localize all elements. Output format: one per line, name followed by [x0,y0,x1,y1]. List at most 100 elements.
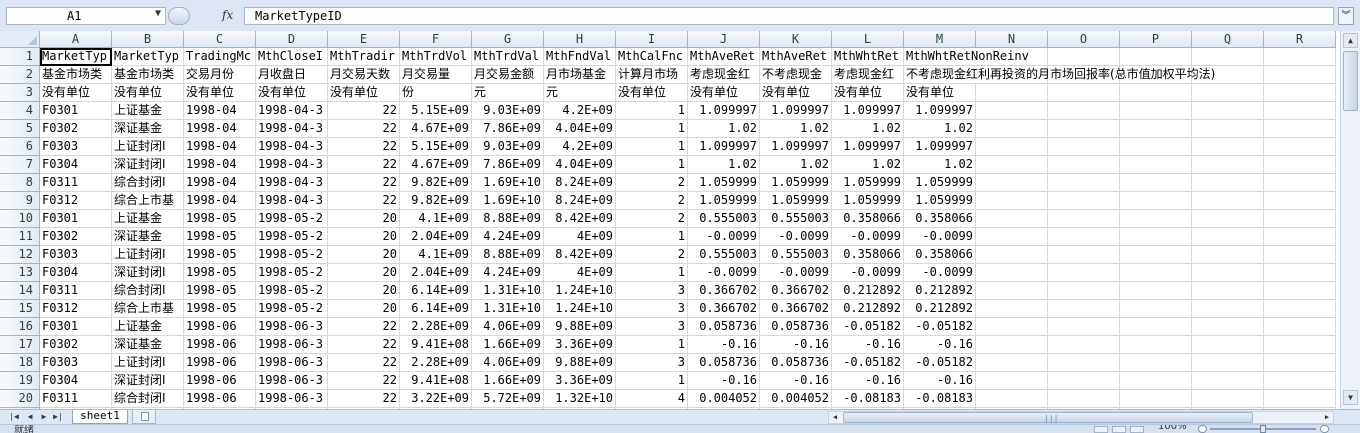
cell-m7[interactable]: 1.02 [904,156,976,174]
cell-e9[interactable]: 22 [328,192,400,210]
cell-b8[interactable]: 综合封闭I [112,174,184,192]
cell-k17[interactable]: -0.16 [760,336,832,354]
empty-cell[interactable] [976,138,1048,156]
empty-cell[interactable] [1120,354,1192,372]
cell-m15[interactable]: 0.212892 [904,300,976,318]
cell-h14[interactable]: 1.24E+10 [544,282,616,300]
empty-cell[interactable] [1264,138,1336,156]
cell-i9[interactable]: 2 [616,192,688,210]
cell-c9[interactable]: 1998-04 [184,192,256,210]
cell-d15[interactable]: 1998-05-2 [256,300,328,318]
empty-cell[interactable] [1192,282,1264,300]
cell-b14[interactable]: 综合封闭I [112,282,184,300]
cell-i18[interactable]: 3 [616,354,688,372]
empty-cell[interactable] [1192,372,1264,390]
column-header-m[interactable]: M [904,31,976,48]
scroll-left-arrow-icon[interactable]: ◀ [829,412,841,423]
cell-b17[interactable]: 深证基金 [112,336,184,354]
cell-h4[interactable]: 4.2E+09 [544,102,616,120]
empty-cell[interactable] [1048,156,1120,174]
empty-cell[interactable] [1264,48,1336,66]
empty-cell[interactable] [1264,102,1336,120]
cell-b15[interactable]: 综合上市基 [112,300,184,318]
cell-i17[interactable]: 1 [616,336,688,354]
empty-cell[interactable] [976,336,1048,354]
empty-cell[interactable] [1264,66,1336,84]
cell-e13[interactable]: 20 [328,264,400,282]
cell-b20[interactable]: 综合封闭I [112,390,184,408]
cell-a3[interactable]: 没有单位 [40,84,112,102]
empty-cell[interactable] [1120,318,1192,336]
empty-cell[interactable] [1120,246,1192,264]
column-header-g[interactable]: G [472,31,544,48]
row-header[interactable]: 2 [0,66,40,84]
cell-l3[interactable]: 没有单位 [832,84,904,102]
cell-g1[interactable]: MthTrdVal [472,48,544,66]
empty-cell[interactable] [1192,48,1264,66]
empty-cell[interactable] [1192,318,1264,336]
cell-b3[interactable]: 没有单位 [112,84,184,102]
cell-c20[interactable]: 1998-06 [184,390,256,408]
cell-j17[interactable]: -0.16 [688,336,760,354]
cell-h11[interactable]: 4E+09 [544,228,616,246]
formula-bar-toggle-button[interactable] [168,7,190,25]
cell-l14[interactable]: 0.212892 [832,282,904,300]
cell-l10[interactable]: 0.358066 [832,210,904,228]
cell-e8[interactable]: 22 [328,174,400,192]
cell-c1[interactable]: TradingMc [184,48,256,66]
cell-g5[interactable]: 7.86E+09 [472,120,544,138]
empty-cell[interactable] [1264,156,1336,174]
cell-l16[interactable]: -0.05182 [832,318,904,336]
empty-cell[interactable] [976,282,1048,300]
cell-m3[interactable]: 没有单位 [904,84,976,102]
cell-j3[interactable]: 没有单位 [688,84,760,102]
empty-cell[interactable] [1264,354,1336,372]
cell-e11[interactable]: 20 [328,228,400,246]
row-header[interactable]: 14 [0,282,40,300]
cell-i13[interactable]: 1 [616,264,688,282]
select-all-button[interactable] [0,31,40,48]
cell-j5[interactable]: 1.02 [688,120,760,138]
cell-g13[interactable]: 4.24E+09 [472,264,544,282]
cell-e14[interactable]: 20 [328,282,400,300]
cell-h9[interactable]: 8.24E+09 [544,192,616,210]
cell-b16[interactable]: 上证基金 [112,318,184,336]
cell-k19[interactable]: -0.16 [760,372,832,390]
cell-c16[interactable]: 1998-06 [184,318,256,336]
cell-f10[interactable]: 4.1E+09 [400,210,472,228]
row-header[interactable]: 3 [0,84,40,102]
cell-e18[interactable]: 22 [328,354,400,372]
cell-i7[interactable]: 1 [616,156,688,174]
cell-f2[interactable]: 月交易量 [400,66,472,84]
empty-cell[interactable] [1192,210,1264,228]
cell-f17[interactable]: 9.41E+08 [400,336,472,354]
cell-m14[interactable]: 0.212892 [904,282,976,300]
empty-cell[interactable] [1120,390,1192,408]
cell-g15[interactable]: 1.31E+10 [472,300,544,318]
cell-g8[interactable]: 1.69E+10 [472,174,544,192]
cell-g3[interactable]: 元 [472,84,544,102]
cell-b9[interactable]: 综合上市基 [112,192,184,210]
zoom-level[interactable]: 100% [1158,425,1187,432]
empty-cell[interactable] [976,318,1048,336]
cell-a20[interactable]: F0311 [40,390,112,408]
column-header-a[interactable]: A [40,31,112,48]
cell-l18[interactable]: -0.05182 [832,354,904,372]
cell-j8[interactable]: 1.059999 [688,174,760,192]
cell-f16[interactable]: 2.28E+09 [400,318,472,336]
insert-sheet-button[interactable] [132,410,156,424]
cell-j6[interactable]: 1.099997 [688,138,760,156]
empty-cell[interactable] [1120,192,1192,210]
cell-c2[interactable]: 交易月份 [184,66,256,84]
row-header[interactable]: 7 [0,156,40,174]
empty-cell[interactable] [1192,102,1264,120]
cell-m16[interactable]: -0.05182 [904,318,976,336]
cell-l7[interactable]: 1.02 [832,156,904,174]
row-header[interactable]: 18 [0,354,40,372]
cell-h2[interactable]: 月市场基金 [544,66,616,84]
cell-a16[interactable]: F0301 [40,318,112,336]
cell-j7[interactable]: 1.02 [688,156,760,174]
cell-j14[interactable]: 0.366702 [688,282,760,300]
cell-d6[interactable]: 1998-04-3 [256,138,328,156]
cell-f12[interactable]: 4.1E+09 [400,246,472,264]
